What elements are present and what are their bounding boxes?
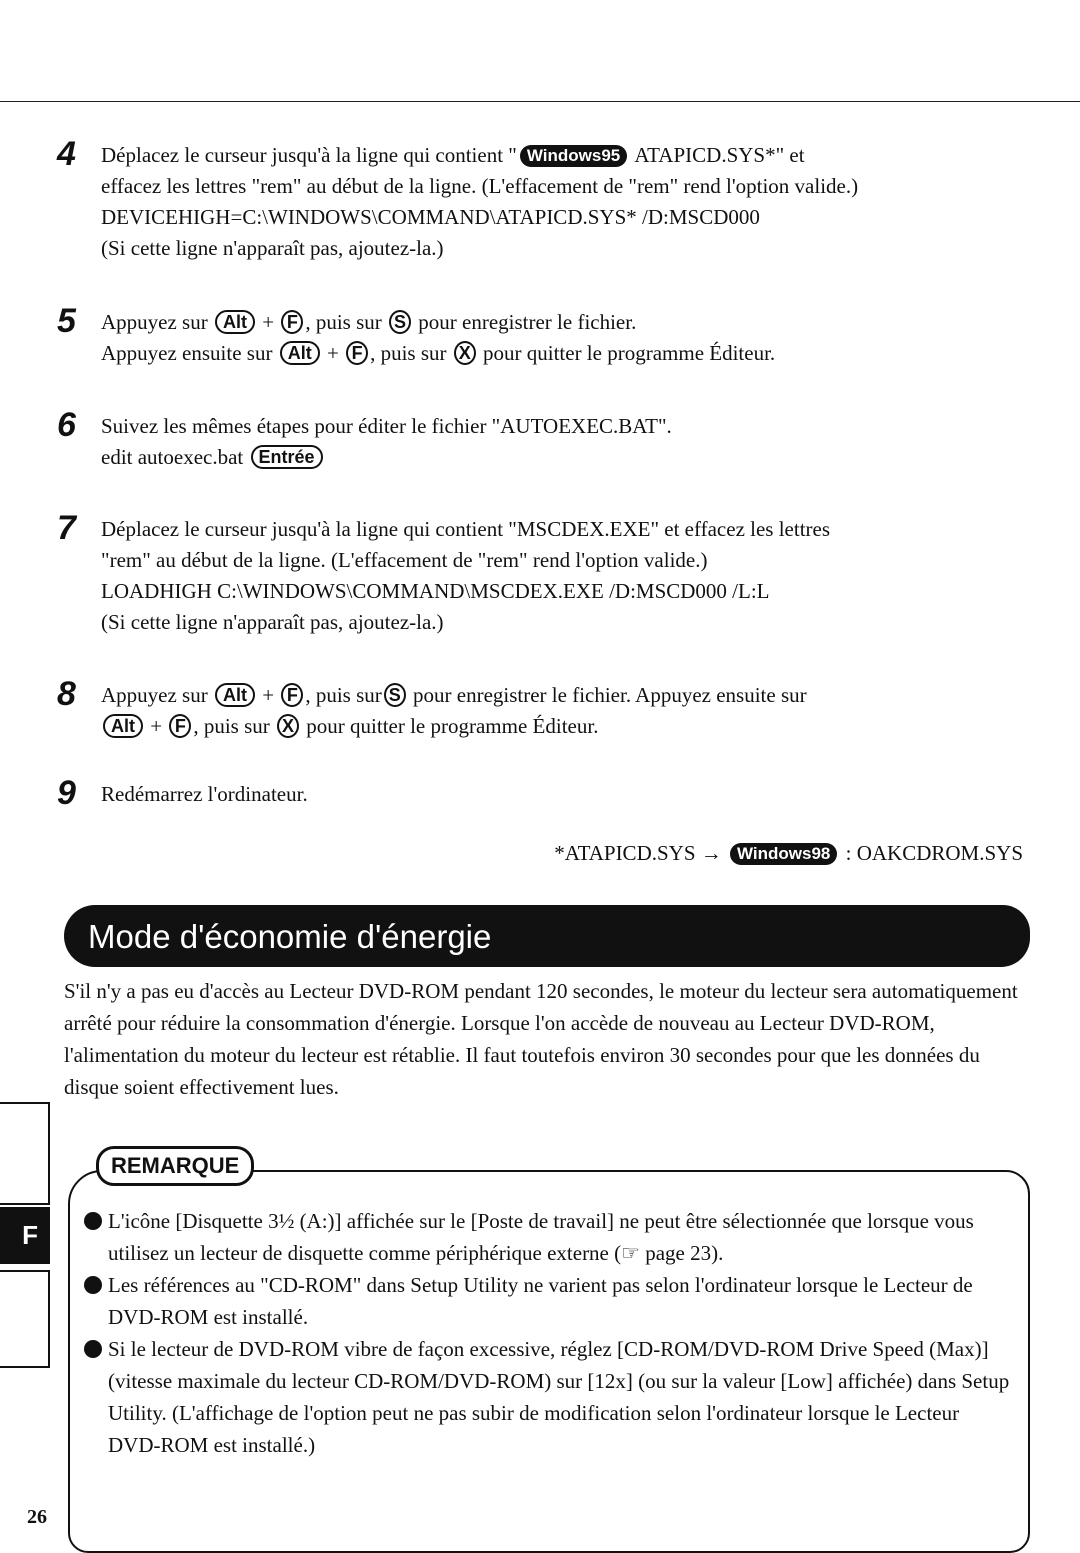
alt-key: Alt xyxy=(279,341,320,365)
remark-item: L'icône [Disquette 3½ (A:)] affichée sur… xyxy=(84,1205,1014,1269)
side-index-box xyxy=(0,1270,50,1368)
bullet-icon xyxy=(84,1340,102,1358)
s-key: S xyxy=(389,310,412,334)
bullet-icon xyxy=(84,1276,102,1294)
page-number: 26 xyxy=(27,1506,47,1528)
x-key: X xyxy=(453,341,476,365)
step-number: 4 xyxy=(57,135,76,173)
alt-key: Alt xyxy=(214,310,255,334)
x-key: X xyxy=(277,714,300,738)
remark-item: Si le lecteur de DVD-ROM vibre de façon … xyxy=(84,1333,1014,1461)
f-key: F xyxy=(281,310,304,334)
code-line: LOADHIGH C:\WINDOWS\COMMAND\MSCDEX.EXE /… xyxy=(101,579,770,603)
step-number: 7 xyxy=(57,509,76,547)
enter-key: Entrée xyxy=(250,445,323,469)
step-5: 5 Appuyez sur Alt + F, puis sur S pour en… xyxy=(57,302,776,365)
step-6: 6 Suivez les mêmes étapes pour éditer le … xyxy=(57,406,672,469)
f-key: F xyxy=(346,341,369,365)
alt-key: Alt xyxy=(103,714,143,738)
remark-label: REMARQUE xyxy=(96,1146,255,1186)
step-number: 6 xyxy=(57,406,76,444)
footnote: *ATAPICD.SYS → Windows98 : OAKCDROM.SYS xyxy=(554,841,1023,865)
pointing-hand-icon: ☞ xyxy=(621,1241,640,1265)
section-title: Mode d'économie d'énergie xyxy=(64,905,1030,967)
step-7: 7 Déplacez le curseur jusqu'à la ligne qu… xyxy=(57,509,1037,638)
side-index-box xyxy=(0,1102,50,1205)
step-4: 4 Déplacez le curseur jusqu'à la ligne qu… xyxy=(57,135,1037,264)
remark-list: L'icône [Disquette 3½ (A:)] affichée sur… xyxy=(84,1205,1014,1461)
bullet-icon xyxy=(84,1212,102,1230)
f-key: F xyxy=(281,683,304,707)
alt-key: Alt xyxy=(214,683,255,707)
windows95-badge: Windows95 xyxy=(519,145,628,167)
step-number: 5 xyxy=(57,302,76,340)
section-paragraph: S'il n'y a pas eu d'accès au Lecteur DVD… xyxy=(64,979,1018,1099)
s-key: S xyxy=(383,683,406,707)
step-9: 9 Redémarrez l'ordinateur. xyxy=(57,774,308,812)
code-line: DEVICEHIGH=C:\WINDOWS\COMMAND\ATAPICD.SY… xyxy=(101,205,760,229)
f-key: F xyxy=(169,714,192,738)
header-rule xyxy=(0,101,1080,102)
step-8: 8 Appuyez sur Alt + F, puis sur S pour enr… xyxy=(57,675,807,738)
windows98-badge: Windows98 xyxy=(730,843,838,865)
step-number: 8 xyxy=(57,675,76,713)
remark-item: Les références au "CD-ROM" dans Setup Ut… xyxy=(84,1269,1014,1333)
step-number: 9 xyxy=(57,774,76,812)
side-index-tab: F xyxy=(0,1207,50,1264)
